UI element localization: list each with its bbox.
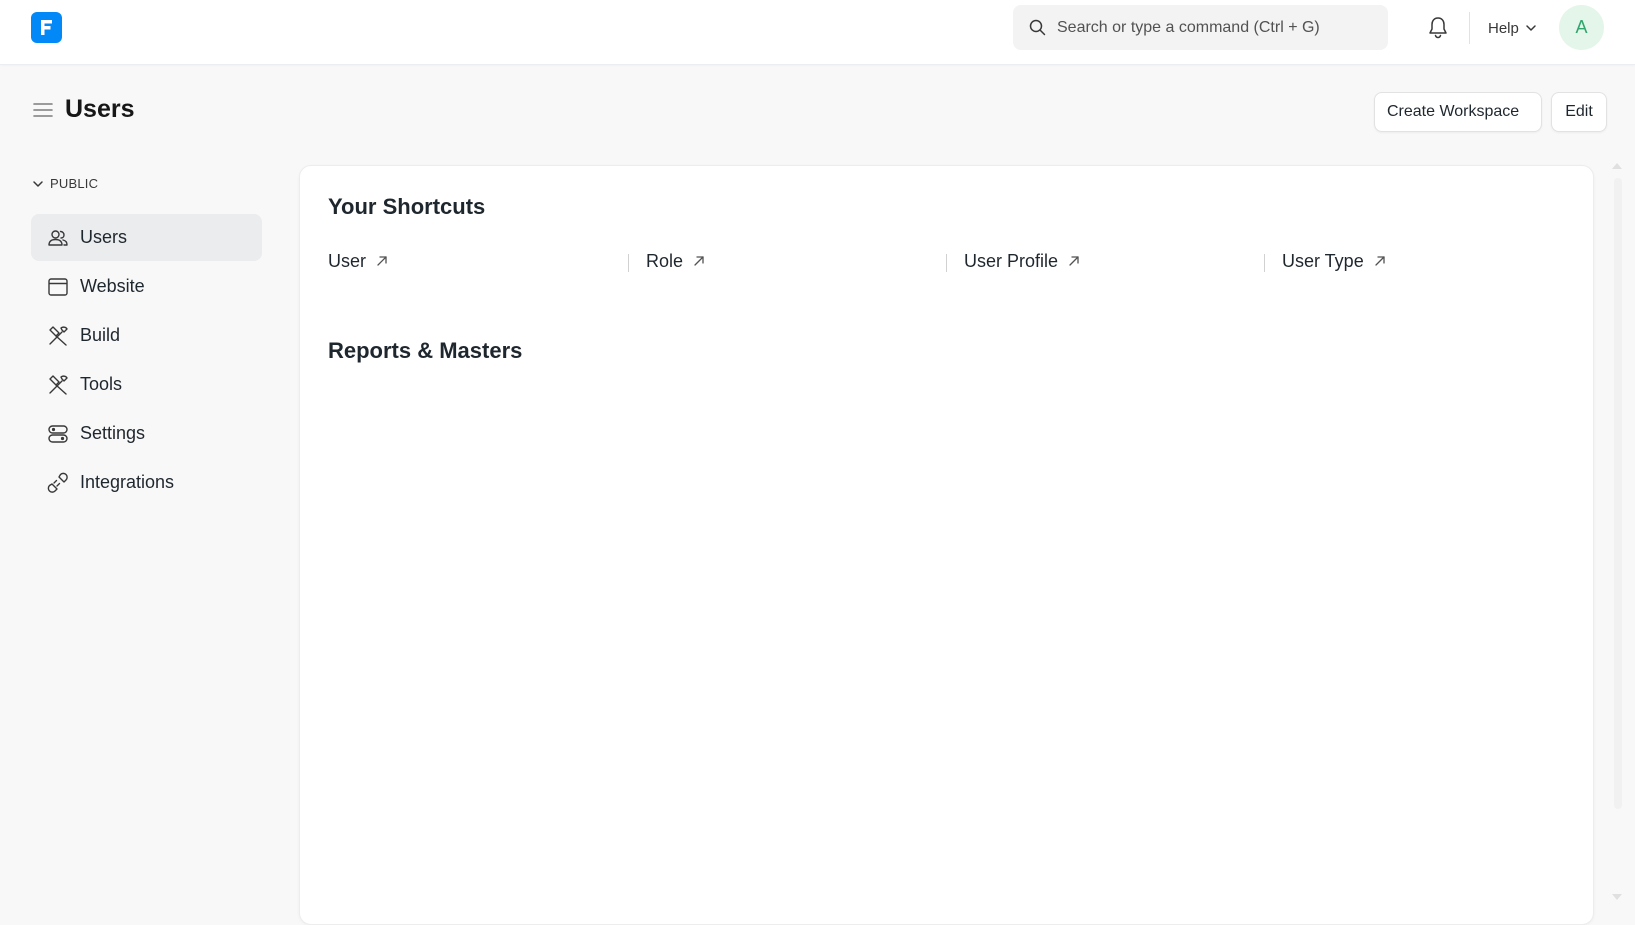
shortcut-label: User Type <box>1282 250 1364 271</box>
workspace-content-card: Your Shortcuts User Role User Profile Us… <box>299 165 1594 925</box>
notification-bell-icon[interactable] <box>1427 16 1449 40</box>
settings-icon <box>48 425 68 443</box>
sidebar-item-tools[interactable]: Tools <box>31 361 262 408</box>
search-bar[interactable] <box>1013 5 1388 50</box>
shortcut-label: User Profile <box>964 250 1059 271</box>
sidebar-item-settings[interactable]: Settings <box>31 410 262 457</box>
app-logo[interactable] <box>31 12 62 43</box>
sidebar-item-users[interactable]: Users <box>31 214 262 261</box>
sidebar-toggle-icon[interactable] <box>33 102 53 118</box>
users-icon <box>48 230 68 246</box>
sidebar-item-label: Website <box>80 276 145 296</box>
search-icon <box>1029 19 1046 36</box>
arrow-up-right-icon <box>377 256 387 266</box>
sidebar-item-label: Users <box>80 227 128 247</box>
arrow-up-right-icon <box>694 256 704 266</box>
edit-button[interactable]: Edit <box>1551 92 1607 132</box>
reports-masters-heading: Reports & Masters <box>328 338 523 363</box>
top-navbar: Help A <box>0 0 1635 65</box>
help-label: Help <box>1488 19 1519 37</box>
scroll-down-arrow[interactable] <box>1612 894 1622 900</box>
user-avatar[interactable]: A <box>1559 5 1604 50</box>
shortcut-user[interactable]: User <box>328 248 388 274</box>
sidebar-section-label: PUBLIC <box>50 176 99 191</box>
shortcuts-heading: Your Shortcuts <box>328 194 486 219</box>
sidebar-item-website[interactable]: Website <box>31 263 262 310</box>
help-dropdown[interactable]: Help <box>1488 16 1537 40</box>
shortcut-user-profile[interactable]: User Profile <box>964 248 1080 274</box>
scrollbar-thumb[interactable] <box>1614 178 1622 809</box>
shortcut-label: Role <box>646 250 684 271</box>
shortcut-user-type[interactable]: User Type <box>1282 248 1386 274</box>
search-input[interactable] <box>1057 5 1377 50</box>
sidebar-item-integrations[interactable]: Integrations <box>31 459 262 506</box>
scroll-up-arrow[interactable] <box>1612 163 1622 169</box>
page-title: Users <box>65 95 135 123</box>
shortcut-divider <box>946 254 947 272</box>
tools-icon <box>49 375 68 395</box>
create-workspace-button[interactable]: Create Workspace <box>1374 92 1542 132</box>
logo-f-icon <box>41 20 52 35</box>
avatar-initial: A <box>1575 17 1588 37</box>
arrow-up-right-icon <box>1375 256 1385 266</box>
sidebar-item-build[interactable]: Build <box>31 312 262 359</box>
navbar-divider <box>1469 12 1470 44</box>
sidebar-item-label: Tools <box>80 374 123 394</box>
sidebar-item-label: Integrations <box>80 472 175 492</box>
shortcut-label: User <box>328 250 367 271</box>
website-icon <box>48 278 68 296</box>
sidebar-item-label: Settings <box>80 423 146 443</box>
shortcut-divider <box>1264 254 1265 272</box>
chevron-down-icon <box>33 180 43 187</box>
shortcut-divider <box>628 254 629 272</box>
sidebar-section-toggle[interactable]: PUBLIC <box>32 176 98 191</box>
build-icon <box>49 326 68 346</box>
chevron-down-icon <box>1526 25 1536 31</box>
sidebar-item-label: Build <box>80 325 121 345</box>
arrow-up-right-icon <box>1069 256 1079 266</box>
integrations-icon <box>47 472 68 493</box>
shortcut-role[interactable]: Role <box>646 248 705 274</box>
